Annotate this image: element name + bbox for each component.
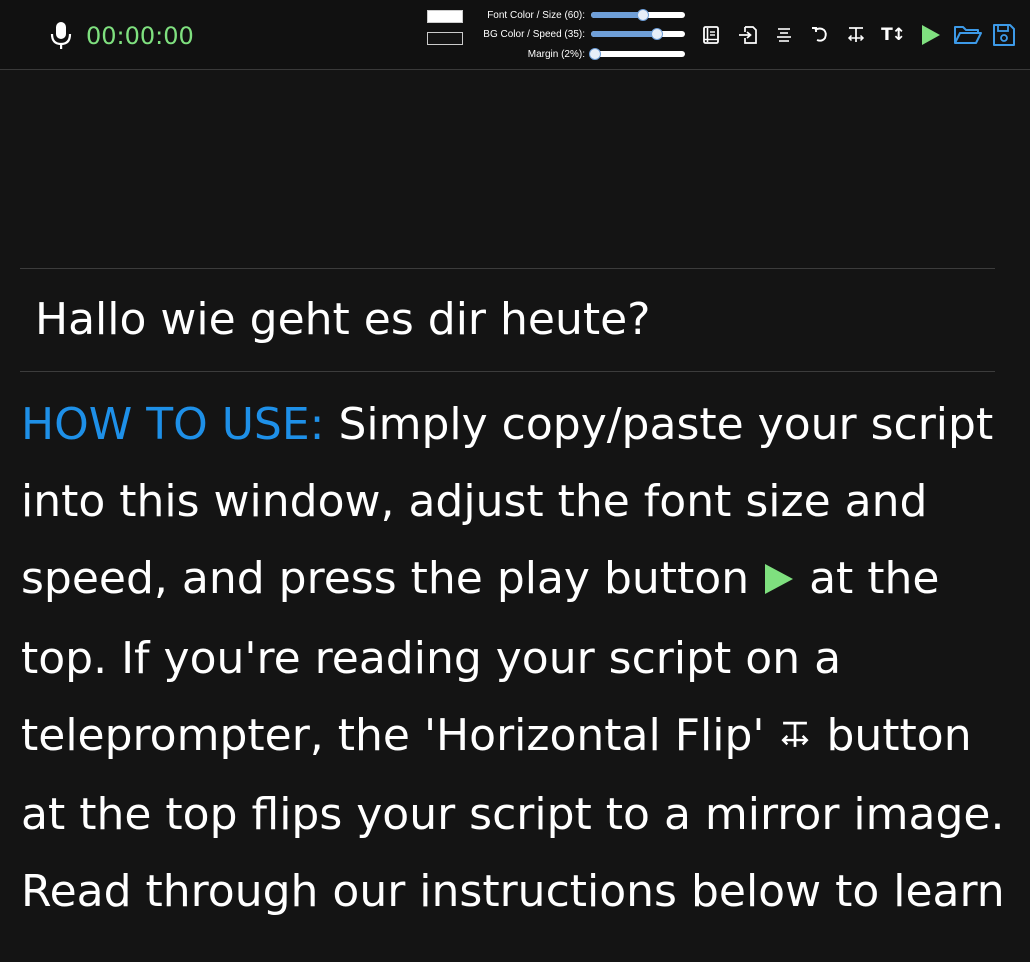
slider-fill [591, 31, 657, 37]
slider-fill [591, 12, 643, 18]
horizontal-flip-icon[interactable] [843, 22, 869, 48]
speed-slider-label: BG Color / Speed (35): [483, 29, 585, 40]
text-size-glyph: T↕ [881, 25, 906, 45]
margin-slider[interactable] [588, 48, 685, 60]
toolbar: 00:00:00 Font Color / Size (60): BG Colo… [0, 0, 1030, 70]
margin-slider-label: Margin (2%): [527, 49, 585, 60]
slider-thumb[interactable] [650, 28, 663, 40]
reset-icon[interactable] [807, 22, 833, 48]
play-icon[interactable] [917, 22, 943, 48]
speed-slider[interactable] [591, 28, 685, 40]
script-heading: HOW TO USE: [21, 399, 325, 450]
font-size-slider[interactable] [591, 9, 685, 21]
script-editor[interactable]: HOW TO USE: Simply copy/paste your scrip… [21, 386, 1006, 930]
open-folder-icon[interactable] [952, 22, 984, 48]
horizontal-flip-icon [778, 699, 812, 776]
slider-thumb[interactable] [588, 48, 601, 60]
import-icon[interactable] [735, 22, 761, 48]
save-icon[interactable] [991, 22, 1017, 48]
text-size-icon[interactable]: T↕ [880, 22, 906, 48]
recording-timer: 00:00:00 [86, 22, 194, 50]
microphone-icon[interactable] [50, 21, 72, 51]
play-icon [763, 543, 795, 620]
manual-icon[interactable] [698, 22, 724, 48]
current-line-text[interactable]: Hallo wie geht es dir heute? [35, 290, 651, 350]
scrollbar[interactable] [1015, 71, 1030, 962]
center-align-icon[interactable] [771, 22, 797, 48]
font-size-slider-label: Font Color / Size (60): [487, 10, 585, 21]
slider-thumb[interactable] [636, 9, 649, 21]
